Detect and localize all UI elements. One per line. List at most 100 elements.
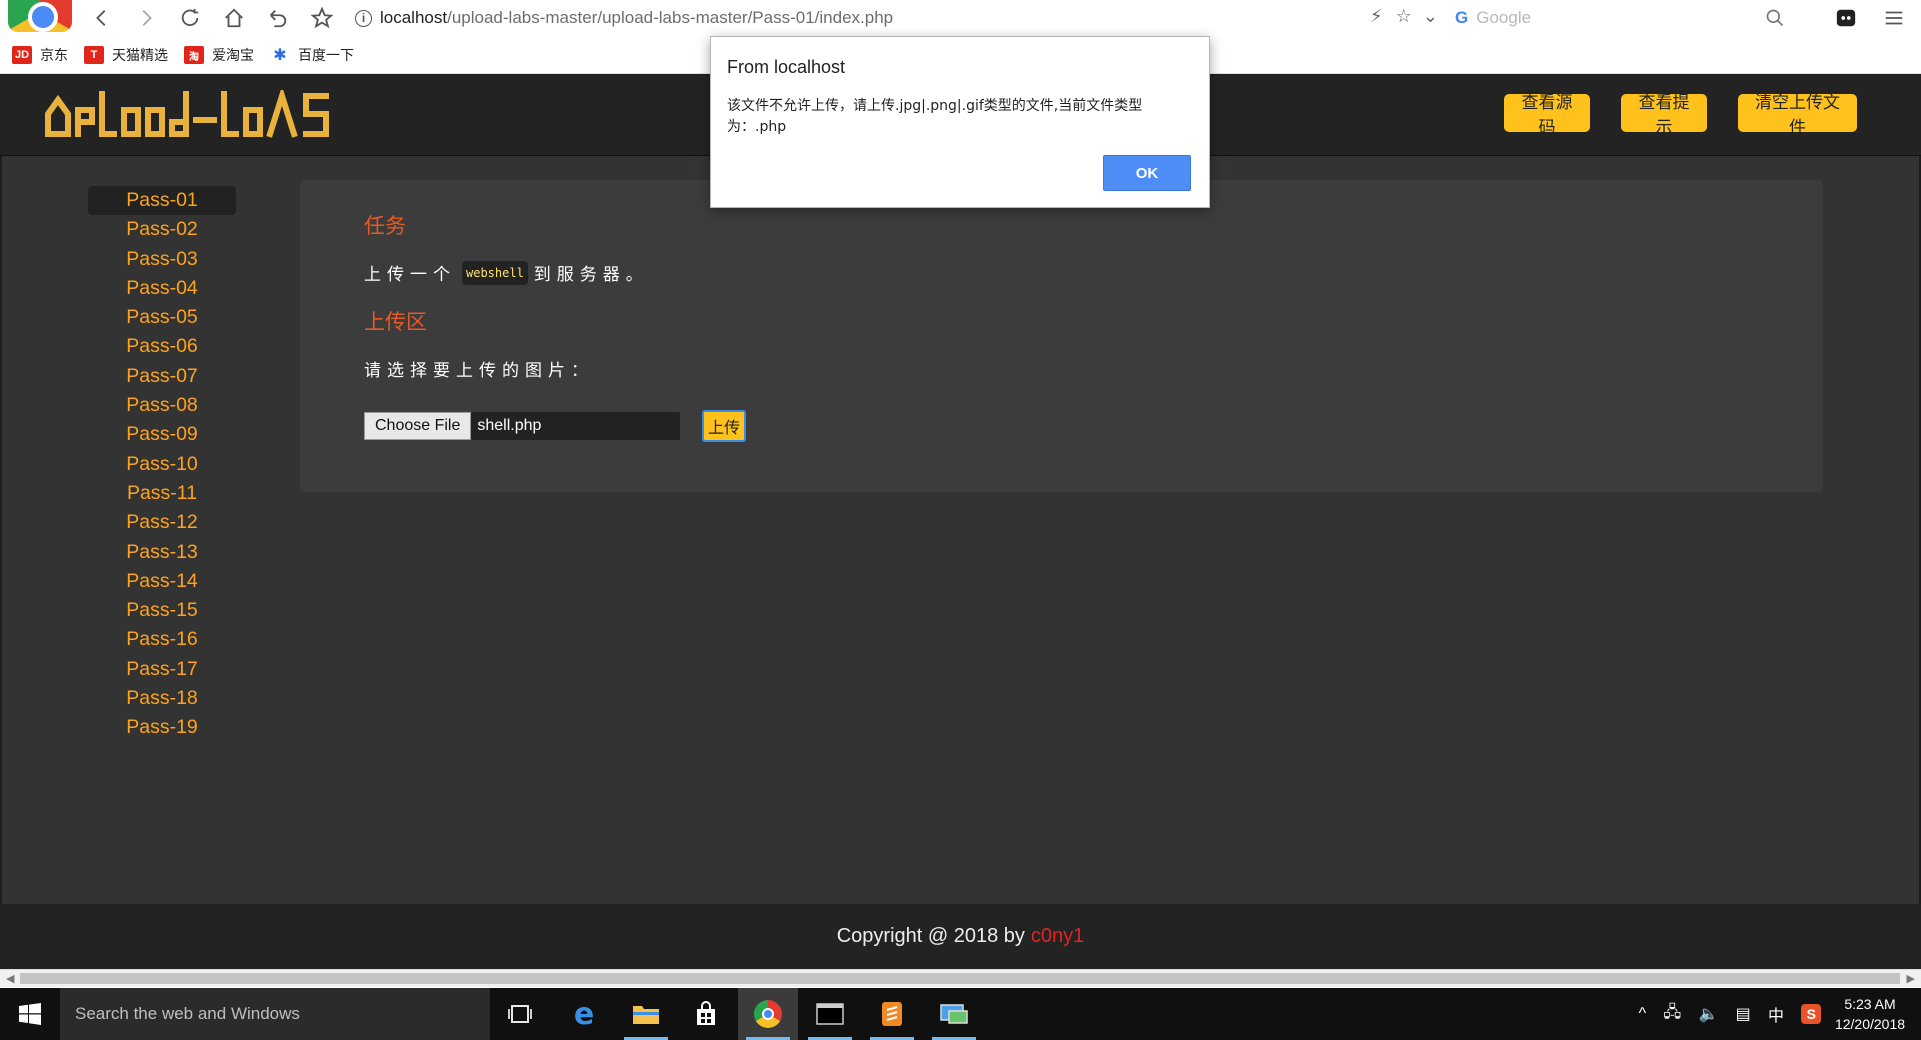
store-icon[interactable] [676, 988, 736, 1040]
alert-title: From localhost [727, 57, 846, 77]
address-bar[interactable]: i localhost /upload-labs-master/upload-l… [355, 4, 1365, 32]
network-icon[interactable]: 🖧 [1663, 1001, 1681, 1028]
bookmark-star-icon[interactable] [308, 4, 336, 32]
bookmark-aitaobao[interactable]: 淘 爱淘宝 [184, 45, 254, 65]
task-view-icon[interactable] [490, 988, 550, 1040]
upload-button[interactable]: 上传 [702, 410, 746, 442]
sidebar-item-pass-09[interactable]: Pass-09 [88, 420, 236, 449]
terminal-icon[interactable] [800, 988, 860, 1040]
alert-dialog: From localhost 该文件不允许上传，请上传.jpg|.png|.gi… [710, 36, 1210, 208]
scroll-right-icon[interactable]: ▶ [1907, 972, 1915, 985]
start-button[interactable] [0, 988, 60, 1040]
sidebar-item-pass-07[interactable]: Pass-07 [88, 362, 236, 391]
task-description: 上传一个 webshell 到服务器。 [364, 260, 649, 285]
browser-logo-icon[interactable] [8, 0, 72, 32]
pass-sidebar: Pass-01 Pass-02 Pass-03 Pass-04 Pass-05 Pass-… [88, 186, 236, 743]
scrollbar-thumb[interactable] [20, 973, 1900, 984]
view-source-button[interactable]: 查看源码 [1504, 93, 1590, 138]
chrome-icon[interactable] [738, 988, 798, 1040]
system-tray: ^ 🖧 🔈 ▤ 中 S [1630, 988, 1830, 1040]
sidebar-item-pass-10[interactable]: Pass-10 [88, 450, 236, 479]
bookmark-label: 京东 [40, 47, 68, 63]
selected-file-name: shell.php [477, 417, 542, 434]
back-icon[interactable] [88, 4, 116, 32]
site-footer: Copyright @ 2018 by c0ny1 [0, 904, 1921, 969]
sidebar-item-pass-04[interactable]: Pass-04 [88, 274, 236, 303]
alert-message: 该文件不允许上传，请上传.jpg|.png|.gif类型的文件,当前文件类型为：… [727, 98, 1143, 135]
copyright-text: Copyright @ 2018 by [836, 925, 1025, 947]
choose-file-button[interactable]: Choose File [364, 412, 472, 440]
bookmark-label: 百度一下 [298, 47, 354, 63]
forward-icon[interactable] [132, 4, 160, 32]
view-hint-button[interactable]: 查看提示 [1621, 93, 1707, 138]
bookmark-tmall[interactable]: T 天猫精选 [84, 45, 168, 65]
taskbar-search[interactable]: Search the web and Windows [60, 988, 490, 1040]
favorite-star-icon[interactable]: ☆ [1396, 6, 1412, 26]
bookmark-baidu[interactable]: ✱ 百度一下 [270, 45, 354, 65]
upload-title: 上传区 [364, 310, 427, 334]
sidebar-item-pass-12[interactable]: Pass-12 [88, 508, 236, 537]
search-box[interactable]: G Google [1455, 4, 1785, 32]
bookmark-label: 爱淘宝 [212, 47, 254, 63]
bookmark-label: 天猫精选 [112, 47, 168, 63]
site-info-icon[interactable]: i [355, 9, 372, 27]
clock-time: 5:23 AM [1844, 996, 1896, 1012]
file-input[interactable]: Choose File shell.php [364, 412, 680, 440]
browser-toolbar: i localhost /upload-labs-master/upload-l… [0, 0, 1921, 37]
sidebar-item-pass-19[interactable]: Pass-19 [88, 713, 236, 742]
windows-taskbar: Search the web and Windows e ^ 🖧 🔈 ▤ 中 S… [0, 988, 1921, 1040]
sidebar-item-pass-18[interactable]: Pass-18 [88, 684, 236, 713]
ime-indicator[interactable]: 中 [1768, 1002, 1784, 1026]
sublime-icon[interactable] [862, 988, 922, 1040]
sidebar-item-pass-14[interactable]: Pass-14 [88, 567, 236, 596]
select-prompt: 请选择要上传的图片： [364, 361, 594, 381]
content-panel: 任务 上传一个 webshell 到服务器。 上传区 请选择要上传的图片： Ch… [300, 180, 1823, 492]
search-icon[interactable] [1765, 8, 1785, 28]
url-path: /upload-labs-master/upload-labs-master/P… [447, 8, 894, 27]
windows-logo-icon [19, 1003, 41, 1025]
notification-icon[interactable]: ▤ [1736, 1004, 1751, 1024]
sogou-ime-icon[interactable]: S [1801, 1004, 1822, 1024]
sidebar-item-pass-03[interactable]: Pass-03 [88, 245, 236, 274]
bookmark-jd[interactable]: JD 京东 [12, 45, 68, 65]
upload-labs-logo[interactable] [44, 90, 334, 140]
jd-icon: JD [12, 46, 32, 64]
url-host: localhost [380, 8, 448, 27]
task-code: webshell [462, 260, 528, 285]
sidebar-item-pass-13[interactable]: Pass-13 [88, 538, 236, 567]
scroll-left-icon[interactable]: ◀ [6, 972, 14, 985]
sidebar-item-pass-01[interactable]: Pass-01 [88, 186, 236, 216]
web-page: 查看源码 查看提示 清空上传文件 Pass-01 Pass-02 Pass-03 Pa… [0, 74, 1921, 978]
extension-icon[interactable] [1832, 4, 1860, 32]
file-explorer-icon[interactable] [616, 988, 676, 1040]
tmall-icon: T [84, 46, 104, 64]
main-area: Pass-01 Pass-02 Pass-03 Pass-04 Pass-05 Pass-… [0, 156, 1921, 978]
alert-ok-button[interactable]: OK [1103, 155, 1191, 191]
author-link[interactable]: c0ny1 [1031, 925, 1084, 948]
sidebar-item-pass-06[interactable]: Pass-06 [88, 332, 236, 361]
task-text-before: 上传一个 [364, 265, 456, 285]
lightning-icon[interactable]: ⚡ [1370, 6, 1383, 26]
undo-icon[interactable] [264, 4, 292, 32]
sidebar-item-pass-05[interactable]: Pass-05 [88, 303, 236, 332]
taobao-icon: 淘 [184, 46, 204, 64]
sidebar-item-pass-16[interactable]: Pass-16 [88, 625, 236, 654]
clock-date: 12/20/2018 [1834, 1016, 1906, 1032]
sidebar-item-pass-15[interactable]: Pass-15 [88, 596, 236, 625]
reload-icon[interactable] [176, 4, 204, 32]
horizontal-scrollbar[interactable]: ◀ ▶ [0, 969, 1921, 987]
volume-icon[interactable]: 🔈 [1698, 1004, 1718, 1024]
remote-desktop-icon[interactable] [924, 988, 984, 1040]
task-title: 任务 [364, 214, 406, 238]
sidebar-item-pass-02[interactable]: Pass-02 [88, 215, 236, 244]
tray-chevron-icon[interactable]: ^ [1639, 1005, 1647, 1023]
sidebar-item-pass-11[interactable]: Pass-11 [88, 479, 236, 508]
dropdown-chevron-icon[interactable]: ⌄ [1423, 6, 1438, 26]
sidebar-item-pass-08[interactable]: Pass-08 [88, 391, 236, 420]
home-icon[interactable] [220, 4, 248, 32]
sidebar-item-pass-17[interactable]: Pass-17 [88, 655, 236, 684]
clear-uploads-button[interactable]: 清空上传文件 [1738, 93, 1857, 138]
system-clock[interactable]: 5:23 AM 12/20/2018 [1830, 994, 1910, 1034]
edge-icon[interactable]: e [554, 988, 614, 1040]
menu-icon[interactable] [1880, 4, 1908, 32]
